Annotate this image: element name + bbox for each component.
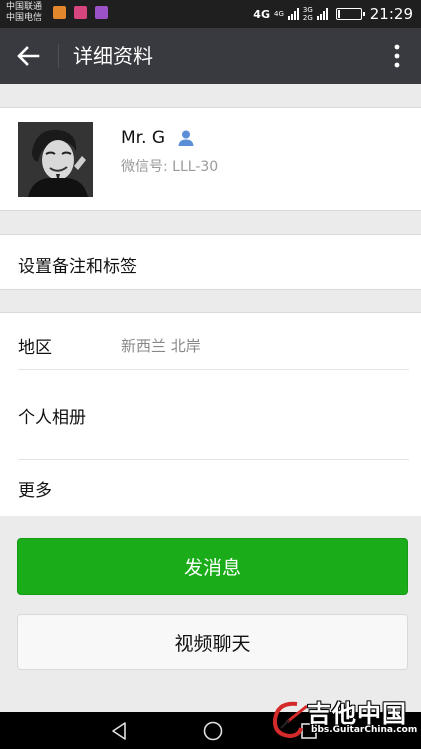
male-user-icon xyxy=(178,130,194,146)
wechat-id: 微信号: LLL-30 xyxy=(121,159,219,175)
signal-icon xyxy=(316,8,328,20)
region-row: 地区 新西兰 北岸 xyxy=(0,313,421,385)
album-row[interactable]: 个人相册 xyxy=(0,385,421,457)
title-divider xyxy=(58,44,59,68)
region-label: 地区 xyxy=(18,338,52,358)
nav-back-icon[interactable] xyxy=(108,720,130,742)
network-type: 4G xyxy=(253,7,270,21)
battery-icon xyxy=(335,8,365,20)
profile-name: Mr. G xyxy=(121,128,166,148)
network-type-3g: 3G xyxy=(302,6,313,14)
page-title: 详细资料 xyxy=(73,44,153,68)
nav-home-icon[interactable] xyxy=(202,720,224,742)
signal-icon xyxy=(287,8,299,20)
region-value: 新西兰 北岸 xyxy=(121,337,201,355)
remark-row[interactable]: 设置备注和标签 xyxy=(0,234,421,290)
notification-app-icon xyxy=(53,6,66,19)
album-label: 个人相册 xyxy=(18,408,86,428)
status-indicators: 4G 4G 3G 2G 21:29 xyxy=(253,4,413,24)
status-time: 21:29 xyxy=(369,5,413,23)
info-card: 地区 新西兰 北岸 个人相册 更多 xyxy=(0,312,421,516)
network-type-small: 4G xyxy=(273,10,284,18)
watermark-title: 吉他中国 xyxy=(307,700,407,728)
send-message-button[interactable]: 发消息 xyxy=(17,538,408,595)
more-row[interactable]: 更多 xyxy=(0,459,421,517)
more-vertical-icon[interactable] xyxy=(389,42,405,70)
status-bar: 中国联通 中国电信 4G 4G 3G 2G 21:29 xyxy=(0,0,421,28)
row-divider xyxy=(18,369,409,370)
network-type-stack: 3G 2G xyxy=(303,6,313,22)
network-type-2g: 2G xyxy=(302,14,313,22)
guitar-logo-icon xyxy=(272,701,308,739)
carrier-2: 中国电信 xyxy=(6,13,43,23)
more-label: 更多 xyxy=(18,481,52,501)
carrier-1: 中国联通 xyxy=(6,2,43,12)
battery-fill xyxy=(337,10,340,18)
remark-label: 设置备注和标签 xyxy=(18,257,137,277)
notification-app-icon xyxy=(95,6,108,19)
video-call-button[interactable]: 视频聊天 xyxy=(17,614,408,670)
profile-card: Mr. G 微信号: LLL-30 xyxy=(0,107,421,211)
carrier-info: 中国联通 中国电信 xyxy=(6,2,42,24)
notification-app-icon xyxy=(74,6,87,19)
watermark: 吉他中国 bbs.GuitarChina.com xyxy=(267,694,417,744)
watermark-url: bbs.GuitarChina.com xyxy=(311,725,418,735)
name-row: Mr. G xyxy=(121,128,195,148)
avatar[interactable] xyxy=(18,122,93,197)
title-bar: 详细资料 xyxy=(0,28,421,84)
arrow-left-icon[interactable] xyxy=(14,42,42,70)
